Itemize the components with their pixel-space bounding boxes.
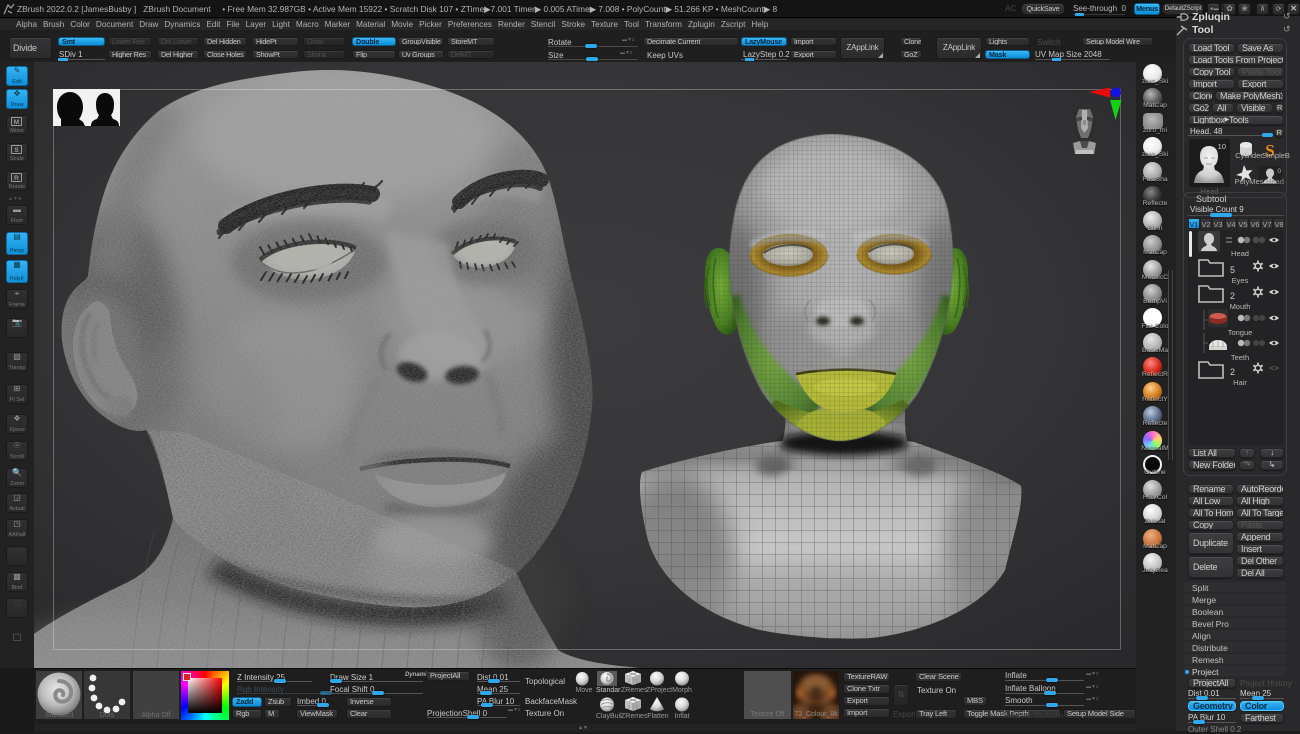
svg-text:0: 0 <box>1277 168 1281 175</box>
svg-text:5: 5 <box>1230 265 1235 275</box>
svg-text:2: 2 <box>1230 291 1235 301</box>
svg-text:2: 2 <box>1230 367 1235 377</box>
svg-text:10: 10 <box>1218 142 1226 151</box>
